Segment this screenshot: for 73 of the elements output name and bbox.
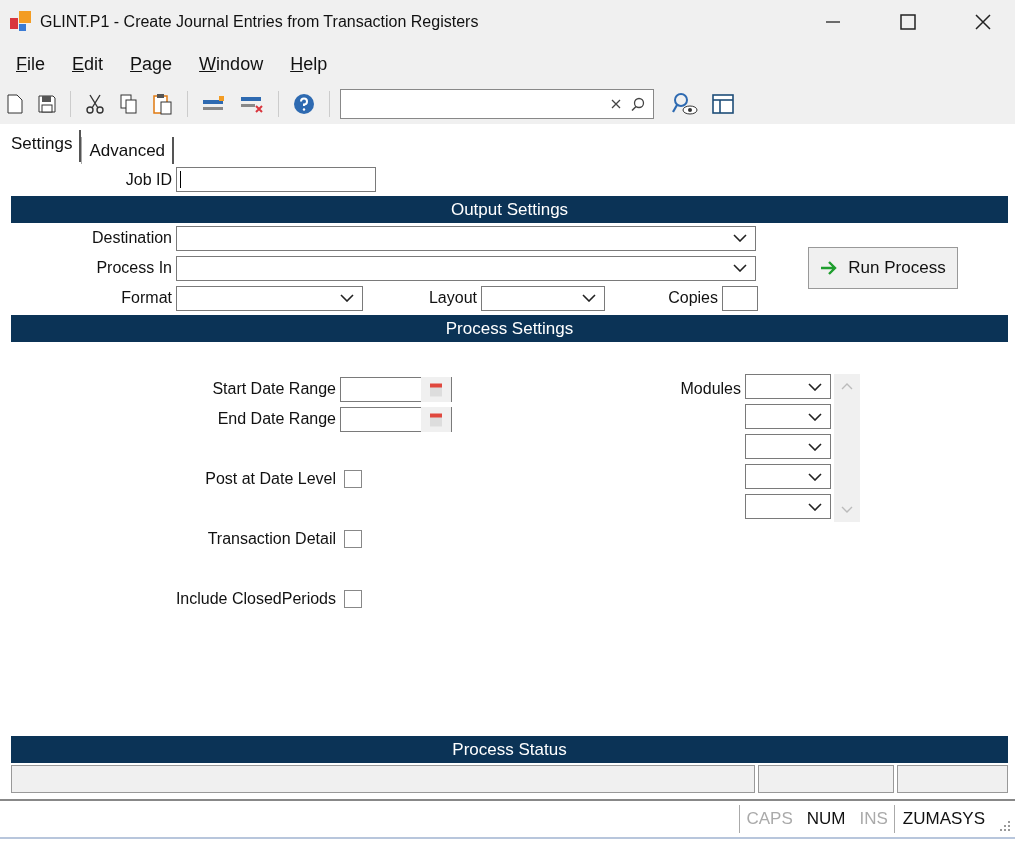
key-indicator: CAPS [746,809,793,829]
dropdown-field[interactable] [745,494,831,519]
input-field[interactable] [722,285,758,311]
help-icon[interactable] [293,93,315,115]
chevron-down-icon [808,472,822,481]
clear-icon[interactable] [611,99,621,109]
checkbox-label: Post at Date Level [204,470,337,488]
resize-grip-icon[interactable] [999,820,1011,832]
input-field[interactable] [176,167,376,192]
search-preview-icon[interactable] [672,92,698,116]
menu-item[interactable]: Edit [72,53,104,75]
new-document-icon[interactable] [6,94,24,114]
dropdown-field[interactable] [481,285,605,311]
chevron-down-icon [808,502,822,511]
section-header: Output Settings [11,196,1008,223]
run-process-button[interactable]: Run Process [808,247,958,289]
copy-icon[interactable] [119,94,139,114]
paste-icon[interactable] [153,93,173,115]
date-field[interactable] [340,406,452,432]
search-field[interactable] [340,89,654,119]
dropdown-field[interactable] [745,374,831,399]
key-indicator: INS [859,809,888,829]
insert-row-icon[interactable] [202,95,226,113]
key-indicator: NUM [806,809,846,829]
chevron-down-icon [340,294,354,302]
window-title: GLINT.P1 - Create Journal Entries from Transaction Registers [40,13,479,31]
section-header: Process Settings [11,315,1008,342]
checkbox[interactable] [344,590,362,608]
field-label: Layout [427,289,478,307]
menu-item[interactable]: File [16,53,45,75]
dropdown-field[interactable] [745,404,831,429]
dropdown-field[interactable] [745,464,831,489]
maximize-icon[interactable] [900,14,916,30]
checkbox[interactable] [344,470,362,488]
calendar-icon[interactable] [421,376,451,402]
chevron-down-icon [733,264,747,272]
checkbox-label: Transaction Detail [206,530,337,548]
field-label: Destination [90,229,173,247]
field-label: Start Date Range [211,380,337,398]
dropdown-field[interactable] [745,434,831,459]
dropdown-field[interactable] [176,225,756,251]
arrow-right-icon [820,261,839,275]
field-label: Job ID [124,170,173,189]
tab[interactable]: Advanced [81,137,175,164]
menu-item[interactable]: Help [290,53,328,75]
calendar-icon[interactable] [421,406,451,432]
chevron-down-icon [733,234,747,242]
field-label: Format [120,289,173,307]
menu-item[interactable]: Page [130,53,173,75]
chevron-down-icon [582,294,596,302]
section-header: Process Status [11,736,1008,763]
cut-icon[interactable] [85,94,105,114]
checkbox-label: Include ClosedPeriods [174,590,337,608]
checkbox[interactable] [344,530,362,548]
save-icon[interactable] [38,95,56,113]
dropdown-field[interactable] [176,255,756,281]
close-icon[interactable] [975,14,991,30]
search-icon[interactable] [631,97,645,111]
field-label: Copies [667,289,719,307]
chevron-down-icon [808,412,822,421]
field-label: Modules [679,379,742,399]
date-field[interactable] [340,376,452,402]
chevron-down-icon [808,382,822,391]
tab[interactable]: Settings [4,130,82,162]
chevron-down-icon [808,442,822,451]
user-name: ZUMASYS [893,805,993,833]
field-label: Process In [95,259,173,277]
menu-item[interactable]: Window [199,53,264,75]
field-label: End Date Range [216,410,337,428]
delete-row-icon[interactable] [240,94,264,114]
dropdown-field[interactable] [176,285,363,311]
app-logo-icon [10,11,32,33]
layout-panel-icon[interactable] [712,94,734,114]
